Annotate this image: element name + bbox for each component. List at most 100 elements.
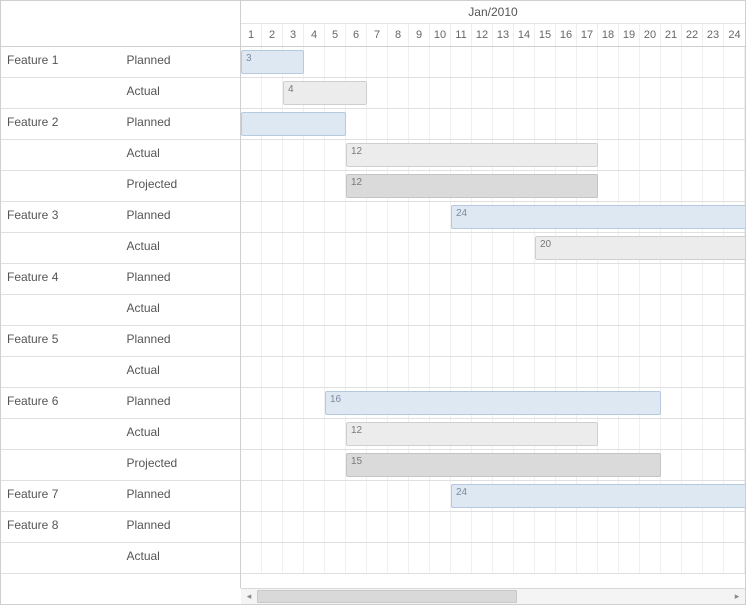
feature-name-cell: [1, 450, 121, 480]
gantt-bar-planned[interactable]: 24: [451, 484, 745, 508]
header-right: Jan/2010 1234567891011121314151617181920…: [241, 1, 745, 46]
scroll-thumb[interactable]: [257, 590, 517, 603]
label-row: Projected: [1, 450, 240, 481]
timeline-row: 15: [241, 450, 745, 481]
timeline-header: Jan/2010 1234567891011121314151617181920…: [1, 1, 745, 47]
row-type-cell: Planned: [121, 481, 241, 511]
label-row: Feature 4Planned: [1, 264, 240, 295]
day-header-cell: 4: [304, 24, 325, 46]
label-row: Actual: [1, 295, 240, 326]
feature-name-cell: Feature 3: [1, 202, 121, 232]
gantt-bar-projected[interactable]: 12: [346, 174, 598, 198]
label-row: Feature 7Planned: [1, 481, 240, 512]
day-header-cell: 14: [514, 24, 535, 46]
label-row: Feature 2Planned: [1, 109, 240, 140]
row-labels-column: Feature 1PlannedActualFeature 2PlannedAc…: [1, 47, 241, 588]
feature-name-cell: Feature 7: [1, 481, 121, 511]
timeline-row: 16: [241, 388, 745, 419]
gantt-bar-planned[interactable]: 3: [241, 50, 304, 74]
row-type-cell: Actual: [121, 295, 241, 325]
day-header-cell: 11: [451, 24, 472, 46]
timeline-row: [241, 295, 745, 326]
gantt-bar-actual[interactable]: 12: [346, 143, 598, 167]
scroll-left-button[interactable]: ◂: [241, 589, 257, 604]
feature-name-cell: [1, 543, 121, 573]
day-header-cell: 9: [409, 24, 430, 46]
timeline-row: 12: [241, 140, 745, 171]
timeline-row: 24: [241, 481, 745, 512]
row-type-cell: Actual: [121, 357, 241, 387]
timeline-row: 24: [241, 202, 745, 233]
timeline-grid[interactable]: 3 4 12 12 24 20 16 12 15 24: [241, 47, 745, 588]
row-type-cell: Projected: [121, 171, 241, 201]
header-left-blank: [1, 1, 241, 46]
label-row: Actual: [1, 233, 240, 264]
label-row: Feature 1Planned: [1, 47, 240, 78]
feature-name-cell: [1, 78, 121, 108]
day-header-cell: 10: [430, 24, 451, 46]
row-type-cell: Actual: [121, 419, 241, 449]
timeline-row: [241, 264, 745, 295]
gantt-bar-planned[interactable]: 24: [451, 205, 745, 229]
days-row: 123456789101112131415161718192021222324: [241, 24, 745, 46]
row-type-cell: Planned: [121, 202, 241, 232]
label-row: Feature 3Planned: [1, 202, 240, 233]
label-row: Actual: [1, 357, 240, 388]
scroll-right-button[interactable]: ▸: [729, 589, 745, 604]
feature-name-cell: Feature 6: [1, 388, 121, 418]
label-row: Actual: [1, 543, 240, 574]
day-header-cell: 23: [703, 24, 724, 46]
timeline-row: 4: [241, 78, 745, 109]
gantt-bar-projected[interactable]: 15: [346, 453, 661, 477]
row-type-cell: Planned: [121, 264, 241, 294]
day-header-cell: 2: [262, 24, 283, 46]
timeline-row: 20: [241, 233, 745, 264]
label-row: Feature 5Planned: [1, 326, 240, 357]
day-header-cell: 19: [619, 24, 640, 46]
timeline-row: [241, 512, 745, 543]
day-header-cell: 5: [325, 24, 346, 46]
feature-name-cell: [1, 295, 121, 325]
feature-name-cell: Feature 1: [1, 47, 121, 77]
row-type-cell: Actual: [121, 233, 241, 263]
feature-name-cell: [1, 171, 121, 201]
row-type-cell: Actual: [121, 543, 241, 573]
timeline-row: [241, 543, 745, 574]
month-label: Jan/2010: [241, 1, 745, 24]
day-header-cell: 22: [682, 24, 703, 46]
day-header-cell: 7: [367, 24, 388, 46]
label-row: Feature 8Planned: [1, 512, 240, 543]
day-header-cell: 15: [535, 24, 556, 46]
gantt-bar-actual[interactable]: 12: [346, 422, 598, 446]
row-type-cell: Planned: [121, 326, 241, 356]
gantt-body: Feature 1PlannedActualFeature 2PlannedAc…: [1, 47, 745, 588]
feature-name-cell: Feature 5: [1, 326, 121, 356]
timeline-row: [241, 109, 745, 140]
day-header-cell: 3: [283, 24, 304, 46]
label-row: Actual: [1, 78, 240, 109]
timeline-row: 12: [241, 419, 745, 450]
day-header-cell: 17: [577, 24, 598, 46]
row-type-cell: Projected: [121, 450, 241, 480]
label-row: Projected: [1, 171, 240, 202]
gantt-bar-actual[interactable]: 4: [283, 81, 367, 105]
gantt-bar-planned[interactable]: 16: [325, 391, 661, 415]
gantt-bar-actual[interactable]: 20: [535, 236, 745, 260]
timeline-row: 3: [241, 47, 745, 78]
horizontal-scrollbar[interactable]: ◂ ▸: [241, 588, 745, 604]
timeline-row: 12: [241, 171, 745, 202]
day-header-cell: 24: [724, 24, 745, 46]
row-type-cell: Planned: [121, 388, 241, 418]
day-header-cell: 1: [241, 24, 262, 46]
feature-name-cell: [1, 419, 121, 449]
feature-name-cell: Feature 4: [1, 264, 121, 294]
day-header-cell: 20: [640, 24, 661, 46]
scroll-track[interactable]: [257, 589, 729, 604]
label-row: Feature 6Planned: [1, 388, 240, 419]
feature-name-cell: Feature 2: [1, 109, 121, 139]
day-header-cell: 13: [493, 24, 514, 46]
gantt-bar-planned[interactable]: [241, 112, 346, 136]
timeline-row: [241, 357, 745, 388]
gantt-chart: Jan/2010 1234567891011121314151617181920…: [0, 0, 746, 605]
day-header-cell: 16: [556, 24, 577, 46]
